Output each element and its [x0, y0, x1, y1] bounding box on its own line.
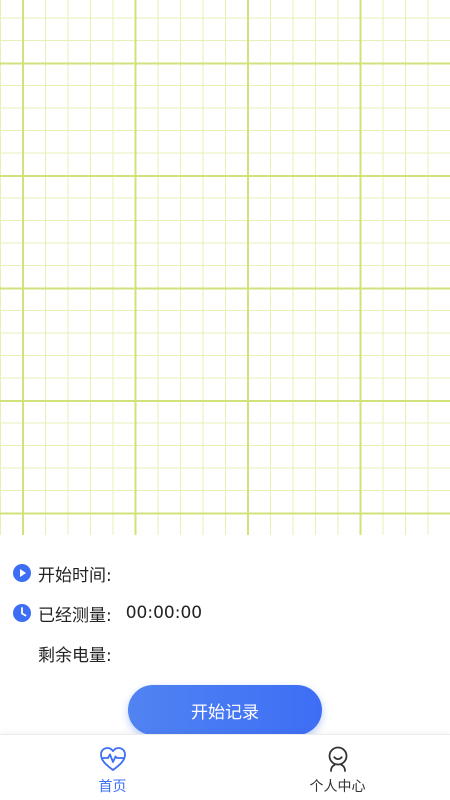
measurement-info: 开始时间: 已经测量: 00:00:00 剩余电量: — [0, 553, 450, 673]
bottom-tab-bar: 首页 个人中心 — [0, 734, 450, 800]
person-smile-icon — [328, 746, 347, 772]
battery-row: 剩余电量: — [0, 633, 450, 673]
measured-duration-row: 已经测量: 00:00:00 — [0, 593, 450, 633]
start-record-button[interactable]: 开始记录 — [128, 685, 322, 735]
tab-home[interactable]: 首页 — [0, 735, 225, 800]
start-time-label: 开始时间: — [38, 565, 112, 586]
tab-home-label: 首页 — [98, 779, 127, 795]
tab-profile-label: 个人中心 — [309, 779, 366, 795]
measured-duration-label: 已经测量: — [38, 605, 112, 626]
app-screen: 开始时间: 已经测量: 00:00:00 剩余电量: 开始记录 首页 个人中心 — [0, 0, 450, 800]
measured-duration-value: 00:00:00 — [125, 603, 203, 623]
start-time-row: 开始时间: — [0, 553, 450, 593]
play-icon — [13, 564, 31, 582]
heart-pulse-icon — [99, 747, 126, 771]
tab-profile[interactable]: 个人中心 — [225, 735, 450, 800]
battery-label: 剩余电量: — [38, 645, 112, 666]
clock-icon — [13, 604, 31, 622]
ecg-grid-area — [0, 0, 450, 535]
